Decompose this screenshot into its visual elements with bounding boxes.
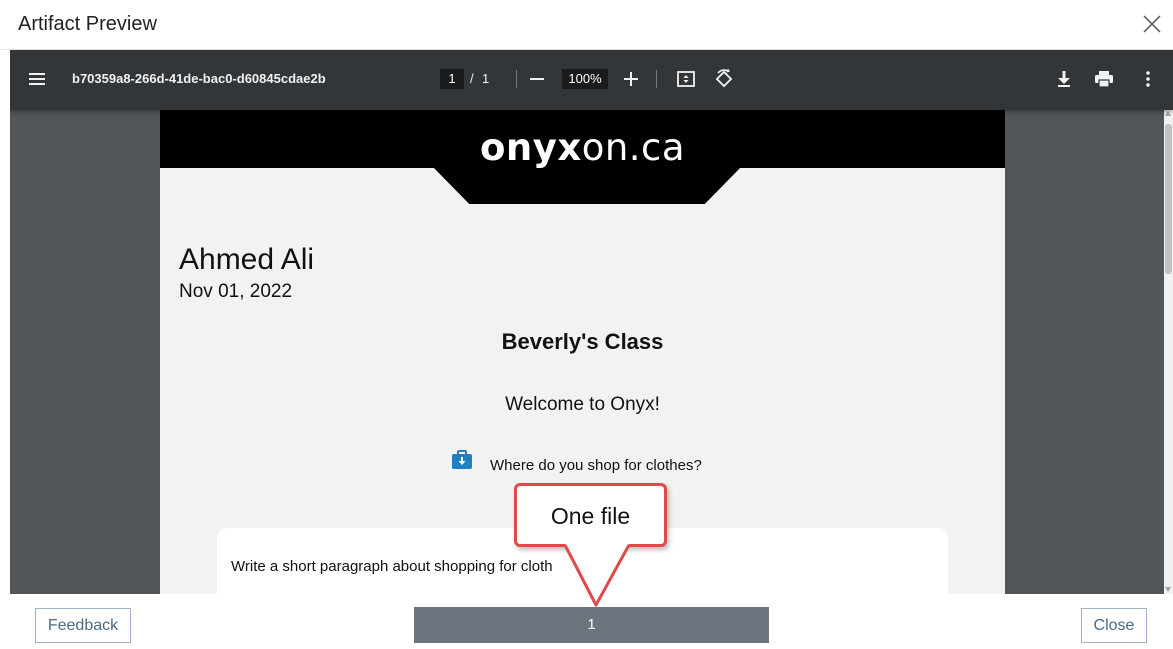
answer-prompt: Write a short paragraph about shopping f… <box>231 558 553 575</box>
menu-icon[interactable] <box>28 70 46 88</box>
rotate-icon[interactable] <box>713 68 735 90</box>
logo-light-text: on.ca <box>581 126 686 169</box>
callout-text: One file <box>550 503 631 529</box>
submission-date: Nov 01, 2022 <box>179 281 293 302</box>
current-page-input[interactable]: 1 <box>440 69 464 89</box>
welcome-message: Welcome to Onyx! <box>505 394 660 415</box>
modal-title: Artifact Preview <box>18 13 157 35</box>
onyx-logo: onyxon.ca <box>160 126 1005 169</box>
total-pages: 1 <box>482 71 490 86</box>
feedback-button[interactable]: Feedback <box>35 608 131 643</box>
scroll-down-arrow[interactable] <box>1165 587 1171 592</box>
class-name: Beverly's Class <box>501 329 664 354</box>
pdf-toolbar: b70359a8-266d-41de-bac0-d60845cdae2b 1 /… <box>10 50 1173 110</box>
close-icon[interactable] <box>1139 11 1165 37</box>
viewer-scrollbar[interactable] <box>1164 110 1173 594</box>
briefcase-download-icon <box>452 450 472 469</box>
toolbar-divider <box>656 70 657 88</box>
zoom-level-input[interactable]: 100% <box>562 69 608 89</box>
student-name: Ahmed Ali <box>179 243 315 276</box>
logo-bold-text: onyx <box>479 126 582 169</box>
callout-annotation: One file <box>514 483 667 547</box>
page-1-button[interactable]: 1 <box>414 607 769 643</box>
print-icon[interactable] <box>1093 69 1115 89</box>
callout-pointer <box>563 544 631 607</box>
download-icon[interactable] <box>1054 69 1074 89</box>
zoom-in-icon[interactable] <box>622 70 640 88</box>
modal-header: Artifact Preview <box>0 0 1173 50</box>
file-name: b70359a8-266d-41de-bac0-d60845cdae2b <box>72 71 326 86</box>
question-text: Where do you shop for clothes? <box>490 457 702 474</box>
scroll-thumb[interactable] <box>1165 124 1172 274</box>
page-separator: / <box>470 71 474 86</box>
close-button[interactable]: Close <box>1081 608 1147 643</box>
fit-to-page-icon[interactable] <box>676 69 696 89</box>
toolbar-divider <box>516 70 517 88</box>
zoom-out-icon[interactable] <box>528 70 546 88</box>
more-options-icon[interactable] <box>1138 69 1158 89</box>
scroll-up-arrow[interactable] <box>1165 111 1171 116</box>
header-banner-tab <box>432 166 742 204</box>
